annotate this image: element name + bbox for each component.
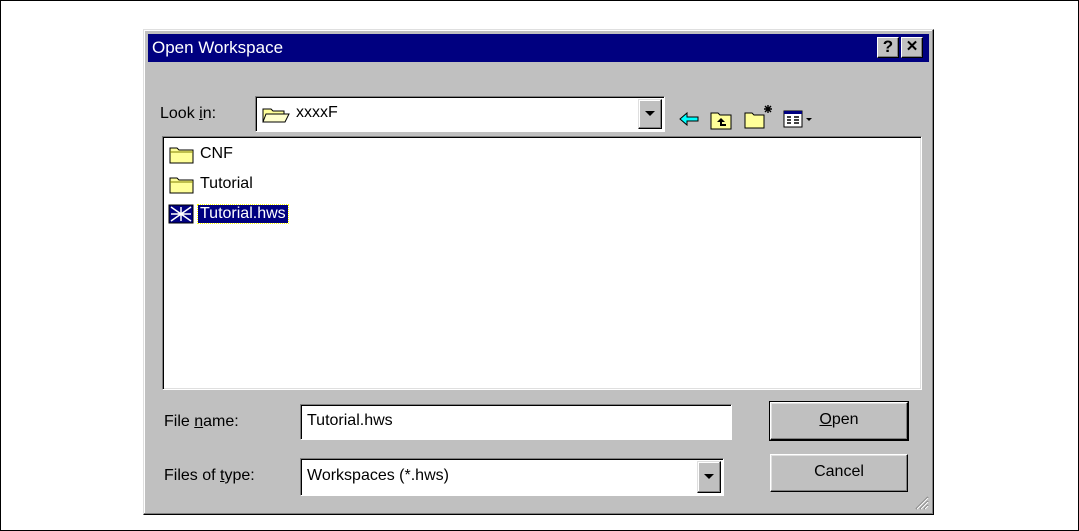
file-type-value: Workspaces (*.hws) [307,467,449,484]
list-item-label: Tutorial.hws [197,204,289,224]
file-type-label: Files of type: [164,467,255,484]
file-list[interactable]: CNF Tutorial Tutorial.hws [162,136,922,390]
help-button[interactable]: ? [877,37,899,58]
folder-icon [169,147,194,164]
view-menu-icon[interactable] [783,109,815,129]
list-item-label: Tutorial [200,175,253,192]
file-name-value: Tutorial.hws [307,412,393,429]
open-folder-icon [262,108,290,123]
file-type-dropdown-arrow[interactable] [697,461,721,493]
dialog-title: Open Workspace [152,38,284,57]
file-name-input[interactable]: Tutorial.hws [300,404,732,440]
cancel-button[interactable]: Cancel [770,454,908,492]
open-workspace-dialog: Open Workspace ? ✕ Look in: xxxxF CNF Tu… [143,29,934,515]
look-in-dropdown[interactable]: xxxxF [255,96,665,132]
folder-icon [169,177,194,194]
file-name-label: File name: [164,413,239,430]
resize-grip-icon[interactable] [913,494,929,510]
back-arrow-icon[interactable] [678,109,700,129]
title-bar[interactable]: Open Workspace ? ✕ [148,34,929,62]
look-in-dropdown-arrow[interactable] [638,99,662,129]
create-new-folder-icon[interactable] [744,104,774,130]
up-one-level-icon[interactable] [710,109,734,131]
workspace-file-icon [168,204,194,224]
open-button[interactable]: Open [769,401,909,441]
look-in-label: Look in: [160,105,217,122]
look-in-value: xxxxF [296,104,338,121]
close-button[interactable]: ✕ [901,37,923,58]
file-type-dropdown[interactable]: Workspaces (*.hws) [300,458,724,496]
list-item-label: CNF [200,145,233,162]
